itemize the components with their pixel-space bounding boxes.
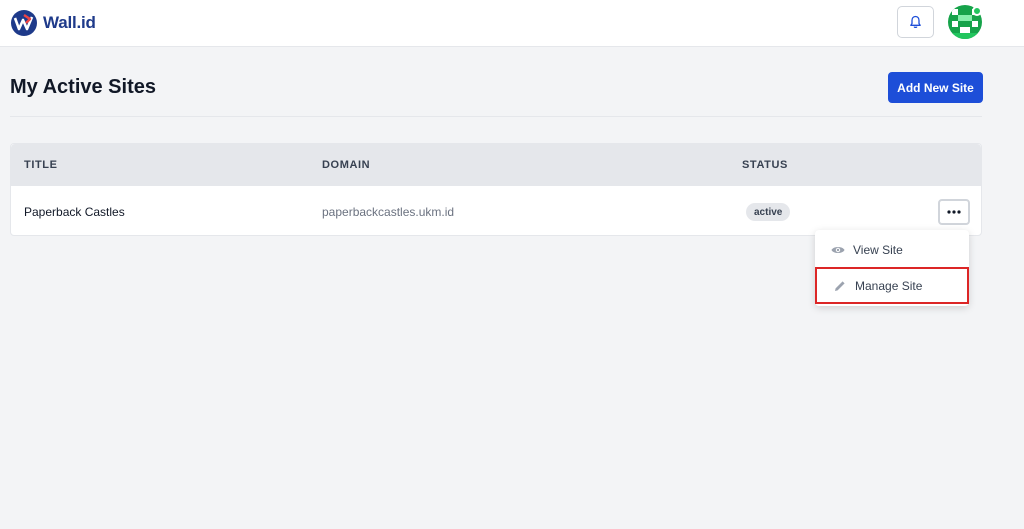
menu-item-manage-site[interactable]: Manage Site: [815, 267, 969, 304]
site-title-cell: Paperback Castles: [24, 205, 125, 219]
page-title: My Active Sites: [10, 76, 156, 98]
table-header: TITLE DOMAIN STATUS: [11, 144, 981, 186]
row-actions-menu: View Site Manage Site: [815, 230, 969, 306]
bell-icon: [910, 15, 921, 28]
row-actions-button[interactable]: [938, 199, 970, 225]
more-horizontal-icon: [947, 210, 961, 214]
column-header-title: TITLE: [24, 159, 58, 171]
brand-name: Wall.id: [43, 13, 96, 32]
wall-id-logo-icon: [11, 10, 37, 36]
sites-table: TITLE DOMAIN STATUS Paperback Castles pa…: [10, 143, 982, 236]
top-bar: Wall.id: [0, 0, 1024, 47]
status-badge: active: [746, 203, 791, 221]
menu-item-label: View Site: [853, 243, 903, 257]
notifications-button[interactable]: [897, 6, 934, 38]
brand-logo[interactable]: Wall.id: [10, 9, 96, 37]
column-header-domain: DOMAIN: [322, 159, 371, 171]
column-header-status: STATUS: [742, 159, 788, 171]
header-divider: [10, 116, 982, 117]
pencil-icon: [833, 279, 847, 293]
site-domain-cell: paperbackcastles.ukm.id: [322, 205, 455, 219]
menu-item-view-site[interactable]: View Site: [815, 234, 969, 266]
eye-icon: [831, 243, 845, 257]
menu-item-label: Manage Site: [855, 278, 923, 293]
online-status-dot: [972, 6, 982, 16]
add-new-site-button[interactable]: Add New Site: [888, 72, 983, 103]
